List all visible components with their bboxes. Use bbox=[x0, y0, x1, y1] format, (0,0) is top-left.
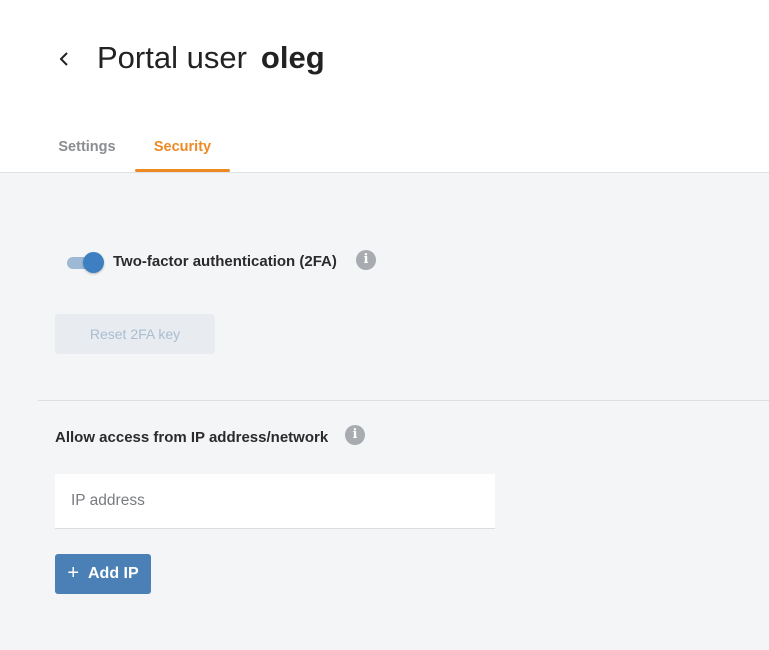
info-icon[interactable]: i bbox=[345, 425, 365, 445]
tab-settings[interactable]: Settings bbox=[58, 128, 116, 171]
page-header: Portal user oleg Settings Security bbox=[0, 0, 769, 173]
page-title-username: oleg bbox=[260, 40, 325, 75]
tab-security[interactable]: Security bbox=[135, 128, 230, 172]
tab-bar: Settings Security bbox=[0, 128, 769, 173]
toggle-thumb bbox=[83, 252, 104, 273]
ip-address-input[interactable] bbox=[55, 474, 495, 529]
twofa-label: Two-factor authentication (2FA) bbox=[113, 253, 337, 270]
add-ip-button[interactable]: + Add IP bbox=[55, 554, 151, 594]
section-divider bbox=[38, 400, 769, 401]
chevron-left-icon[interactable] bbox=[54, 48, 74, 70]
page-title-text: Portal user bbox=[97, 40, 247, 75]
chevron-left-svg bbox=[59, 52, 68, 66]
page-title: Portal user oleg bbox=[97, 40, 325, 76]
twofa-toggle[interactable] bbox=[67, 252, 105, 274]
ip-access-label: Allow access from IP address/network bbox=[55, 429, 329, 446]
reset-2fa-button[interactable]: Reset 2FA key bbox=[55, 314, 215, 354]
security-panel: Two-factor authentication (2FA) i Reset … bbox=[0, 173, 769, 650]
info-icon[interactable]: i bbox=[356, 250, 376, 270]
plus-icon: + bbox=[67, 562, 79, 584]
add-ip-label: Add IP bbox=[88, 565, 139, 582]
